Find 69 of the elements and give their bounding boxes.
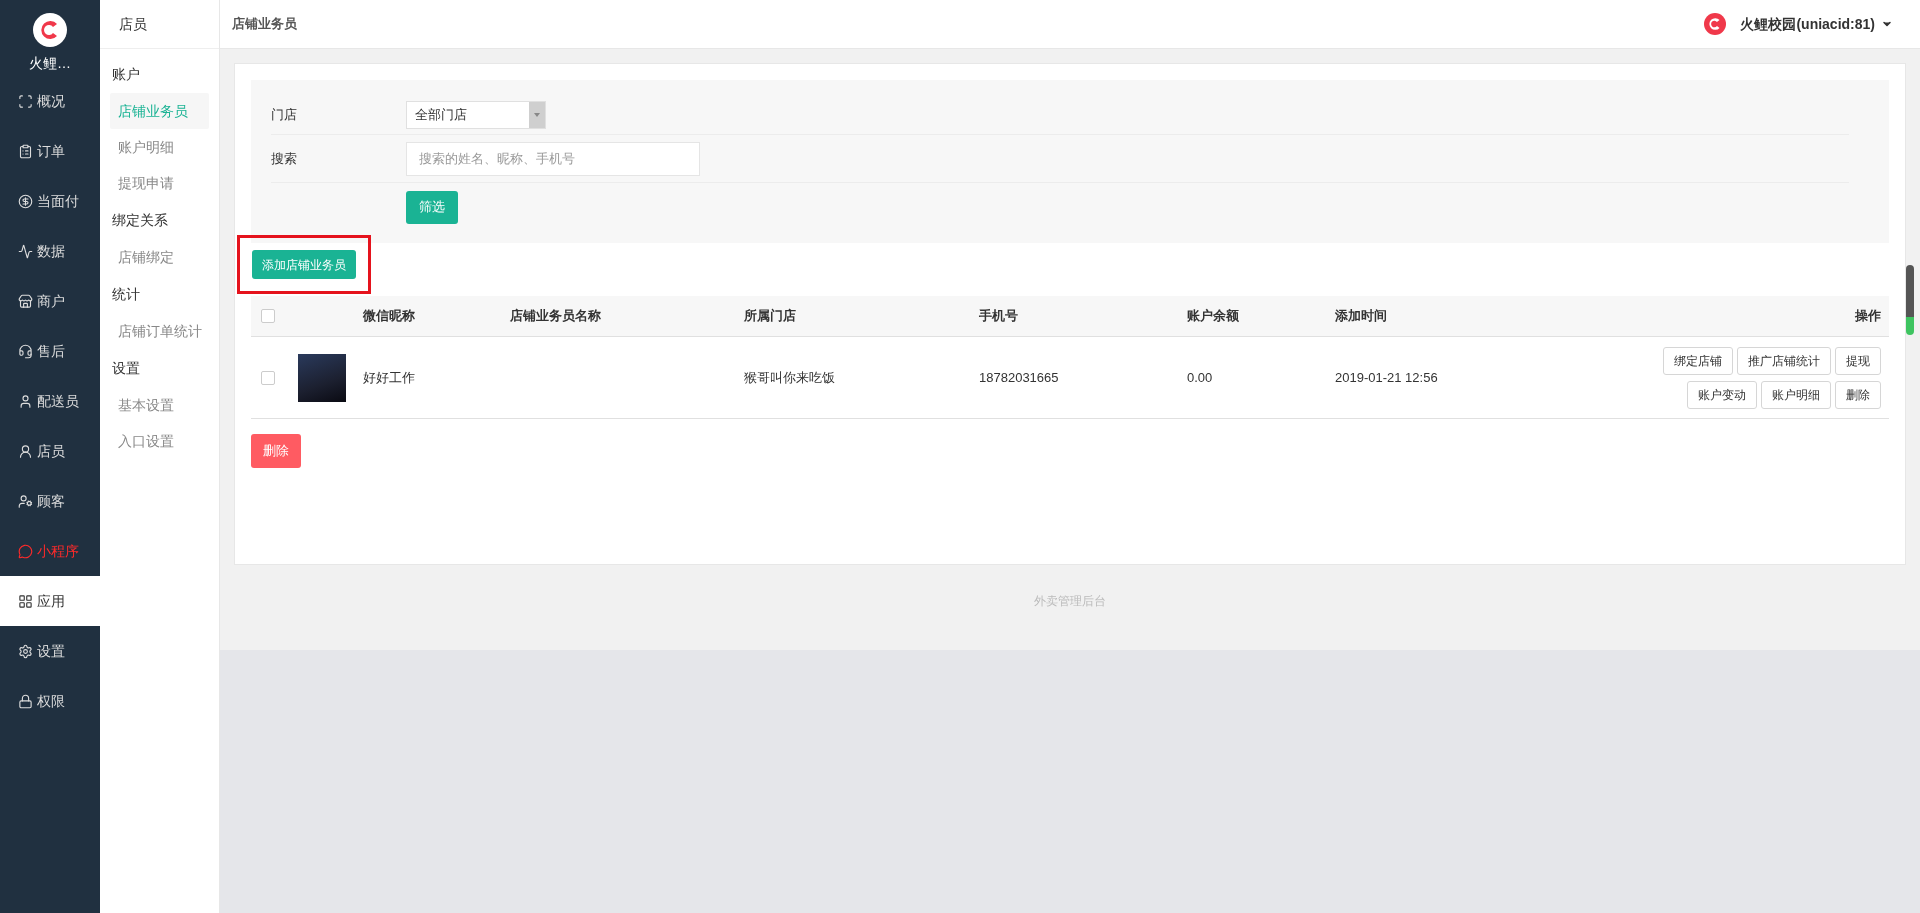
sub-nav-item[interactable]: 店铺绑定 <box>110 239 209 275</box>
logo-icon <box>33 13 67 47</box>
checkbox[interactable] <box>261 370 275 385</box>
grid-icon <box>18 593 33 609</box>
nav-item[interactable]: 数据 <box>0 226 100 276</box>
table-cell-text: 0.00 <box>1187 368 1214 387</box>
column-header: 微信昵称 <box>363 308 415 324</box>
checkbox[interactable] <box>261 309 275 323</box>
sub-nav-item[interactable]: 账户明细 <box>110 129 209 165</box>
table-cell-text: 好好工作 <box>363 368 416 387</box>
sub-nav-item[interactable]: 基本设置 <box>110 387 209 423</box>
scrollbar-thumb <box>1906 265 1914 335</box>
sub-nav-item[interactable]: 店铺订单统计 <box>110 313 209 349</box>
avatar-photo <box>298 353 346 402</box>
store-icon <box>18 293 33 309</box>
coin-icon <box>18 193 33 209</box>
table-cell-text: 2019-01-21 12:56 <box>1335 368 1439 387</box>
action-button[interactable]: 账户变动 <box>1687 380 1757 409</box>
brand-name: 火鲤… <box>29 54 71 73</box>
store-select[interactable]: 全部门店 <box>406 101 546 129</box>
nav-item[interactable]: 售后 <box>0 326 100 376</box>
nav-item[interactable]: 订单 <box>0 126 100 176</box>
user-cog-icon <box>18 493 33 509</box>
table-cell-text: 猴哥叫你来吃饭 <box>744 368 836 387</box>
nav-item[interactable]: 当面付 <box>0 176 100 226</box>
nav-item[interactable]: 小程序 <box>0 526 100 576</box>
group-heading: 设置 <box>112 358 140 378</box>
table-cell-text: 18782031665 <box>979 368 1060 387</box>
logo-icon <box>1704 13 1727 35</box>
chart-icon <box>18 243 33 259</box>
group-heading: 绑定关系 <box>112 210 168 230</box>
sub-sidebar-title: 店员 <box>119 14 147 34</box>
nav-item[interactable]: 店员 <box>0 426 100 476</box>
user-icon <box>18 393 33 409</box>
nav-item[interactable]: 配送员 <box>0 376 100 426</box>
nav-item[interactable]: 应用 <box>0 576 100 626</box>
nav-item[interactable]: 概况 <box>0 76 100 126</box>
user-icon <box>18 443 33 459</box>
group-heading: 账户 <box>112 64 140 84</box>
action-button[interactable]: 推广店铺统计 <box>1737 346 1831 375</box>
column-header: 操作 <box>1855 308 1881 324</box>
column-header: 手机号 <box>979 308 1018 324</box>
nav-item[interactable]: 权限 <box>0 676 100 726</box>
nav-item[interactable]: 顾客 <box>0 476 100 526</box>
action-button[interactable]: 绑定店铺 <box>1663 346 1733 375</box>
field-label: 搜索 <box>271 149 298 168</box>
lock-icon <box>18 693 33 709</box>
page-title: 店铺业务员 <box>232 15 297 34</box>
column-header: 店铺业务员名称 <box>510 308 601 324</box>
sub-nav-item[interactable]: 提现申请 <box>110 165 209 201</box>
nav-item[interactable]: 商户 <box>0 276 100 326</box>
action-button[interactable]: 提现 <box>1835 346 1881 375</box>
column-header: 添加时间 <box>1335 308 1387 324</box>
list-icon <box>18 143 33 159</box>
action-button[interactable]: 账户明细 <box>1761 380 1831 409</box>
search-field[interactable]: 搜索的姓名、昵称、手机号 <box>406 141 700 176</box>
action-button[interactable]: 删除 <box>1835 380 1881 409</box>
field-label: 门店 <box>271 106 298 125</box>
account-menu[interactable]: 火鲤校园(uniacid:81) <box>1704 13 1893 35</box>
group-heading: 统计 <box>112 284 140 304</box>
scan-icon <box>18 93 33 109</box>
chat-icon <box>18 543 33 559</box>
caret-icon <box>534 113 540 117</box>
column-header: 账户余额 <box>1187 308 1239 324</box>
column-header: 所属门店 <box>744 308 796 324</box>
nav-item[interactable]: 设置 <box>0 626 100 676</box>
headset-icon <box>18 343 33 359</box>
settings-icon <box>18 643 33 659</box>
sub-nav-item[interactable]: 入口设置 <box>110 423 209 459</box>
